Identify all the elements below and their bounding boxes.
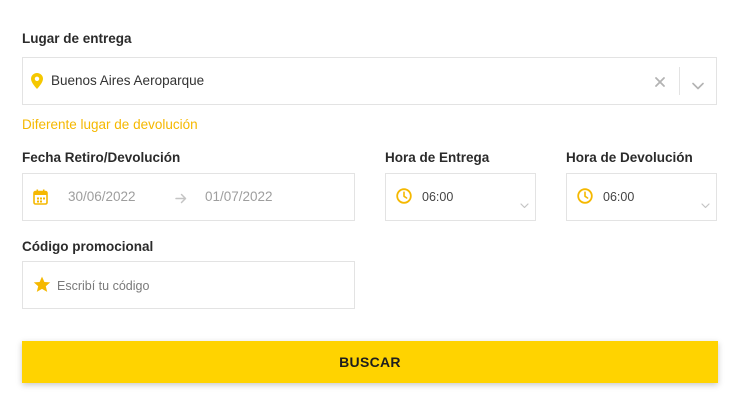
- star-icon: [33, 276, 51, 298]
- return-time-select[interactable]: 06:00: [566, 173, 717, 221]
- chevron-down-icon: [520, 196, 529, 214]
- search-button[interactable]: BUSCAR: [22, 341, 718, 383]
- pickup-location-value: Buenos Aires Aeroparque: [51, 73, 205, 88]
- different-return-location-link[interactable]: Diferente lugar de devolución: [22, 117, 198, 132]
- chevron-down-icon: [701, 196, 710, 214]
- pickup-time-value: 06:00: [422, 190, 454, 204]
- start-date-value[interactable]: 30/06/2022: [68, 189, 136, 204]
- pickup-location-select[interactable]: Buenos Aires Aeroparque: [22, 57, 717, 105]
- dates-label: Fecha Retiro/Devolución: [22, 150, 181, 165]
- promo-code-input[interactable]: [57, 276, 337, 296]
- chevron-down-icon[interactable]: [692, 77, 704, 95]
- date-range-picker[interactable]: 30/06/2022 01/07/2022: [22, 173, 355, 221]
- clock-icon: [396, 188, 412, 209]
- select-divider: [679, 67, 680, 95]
- return-time-label: Hora de Devolución: [566, 150, 693, 165]
- calendar-icon: [33, 189, 48, 210]
- pickup-label: Lugar de entrega: [22, 31, 132, 46]
- end-date-value[interactable]: 01/07/2022: [205, 189, 273, 204]
- location-pin-icon: [31, 73, 43, 94]
- clear-icon[interactable]: [654, 75, 666, 93]
- arrow-right-icon: [175, 191, 187, 209]
- return-time-value: 06:00: [603, 190, 635, 204]
- pickup-time-select[interactable]: 06:00: [385, 173, 536, 221]
- pickup-time-label: Hora de Entrega: [385, 150, 490, 165]
- promo-code-label: Código promocional: [22, 239, 154, 254]
- promo-code-box: [22, 261, 355, 309]
- clock-icon: [577, 188, 593, 209]
